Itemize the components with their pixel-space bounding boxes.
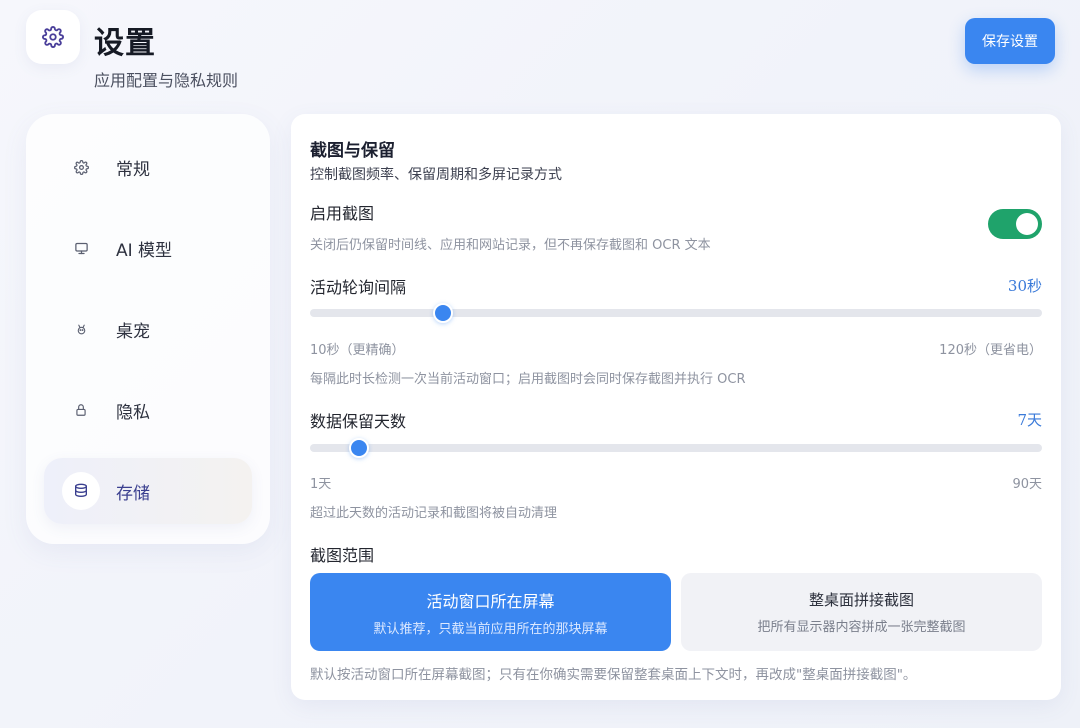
gear-icon <box>42 26 64 48</box>
page-title: 设置 <box>94 26 156 61</box>
scope-option-desc: 把所有显示器内容拼成一张完整截图 <box>757 620 966 635</box>
scope-option-title: 活动窗口所在屏幕 <box>426 591 555 611</box>
monitor-icon <box>62 229 100 267</box>
section-title: 截图与保留 <box>310 141 395 161</box>
enable-screenshot-help: 关闭后仍保留时间线、应用和网站记录，但不再保存截图和 OCR 文本 <box>310 238 711 253</box>
retention-days-slider-thumb[interactable] <box>349 438 370 458</box>
scope-option-full-desktop[interactable]: 整桌面拼接截图 把所有显示器内容拼成一张完整截图 <box>681 573 1042 651</box>
scope-option-active-screen[interactable]: 活动窗口所在屏幕 默认推荐，只截当前应用所在的那块屏幕 <box>310 573 671 651</box>
retention-days-max-label: 90天 <box>1012 477 1042 492</box>
sidebar-item-label: 桌宠 <box>116 321 150 342</box>
poll-interval-label: 活动轮询间隔 <box>310 278 407 297</box>
enable-screenshot-toggle[interactable] <box>988 209 1042 239</box>
sidebar-item-storage[interactable]: 存储 <box>44 458 252 524</box>
enable-screenshot-label: 启用截图 <box>310 204 375 223</box>
toggle-knob <box>1016 213 1038 235</box>
capture-scope-label: 截图范围 <box>310 546 375 565</box>
sidebar-item-general[interactable]: 常规 <box>44 134 252 200</box>
header-settings-icon-tile <box>26 10 80 64</box>
storage-settings-panel: 截图与保留 控制截图频率、保留周期和多屏记录方式 启用截图 关闭后仍保留时间线、… <box>291 114 1061 700</box>
lock-icon <box>62 391 100 429</box>
pet-icon <box>62 310 100 348</box>
retention-days-value: 7天 <box>1017 411 1042 429</box>
sidebar-item-label: 常规 <box>116 159 150 180</box>
sidebar-item-label: 隐私 <box>116 402 150 423</box>
page-subtitle: 应用配置与隐私规则 <box>94 71 239 90</box>
scope-option-title: 整桌面拼接截图 <box>808 591 914 609</box>
sidebar-item-desk-pet[interactable]: 桌宠 <box>44 296 252 362</box>
retention-days-slider[interactable] <box>310 438 1042 458</box>
retention-days-help: 超过此天数的活动记录和截图将被自动清理 <box>310 506 558 521</box>
poll-interval-max-label: 120秒（更省电） <box>939 343 1042 358</box>
poll-interval-slider[interactable] <box>310 303 1042 323</box>
poll-interval-value: 30秒 <box>1007 277 1042 295</box>
gear-icon <box>62 148 100 186</box>
retention-days-label: 数据保留天数 <box>310 412 407 431</box>
save-settings-button[interactable]: 保存设置 <box>965 18 1055 64</box>
sidebar-item-label: 存储 <box>116 483 150 504</box>
retention-days-min-label: 1天 <box>310 477 332 492</box>
poll-interval-min-label: 10秒（更精确） <box>310 343 405 358</box>
sidebar: 常规 AI 模型 桌宠 隐私 存储 <box>26 114 270 544</box>
sidebar-item-ai-model[interactable]: AI 模型 <box>44 215 252 281</box>
scope-option-desc: 默认推荐，只截当前应用所在的那块屏幕 <box>373 621 608 637</box>
database-icon <box>62 472 100 510</box>
capture-scope-note: 默认按活动窗口所在屏幕截图；只有在你确实需要保留整套桌面上下文时，再改成"整桌面… <box>310 667 917 683</box>
poll-interval-help: 每隔此时长检测一次当前活动窗口；启用截图时会同时保存截图并执行 OCR <box>310 372 746 387</box>
section-description: 控制截图频率、保留周期和多屏记录方式 <box>310 167 562 183</box>
sidebar-item-privacy[interactable]: 隐私 <box>44 377 252 443</box>
poll-interval-slider-thumb[interactable] <box>433 303 454 323</box>
sidebar-item-label: AI 模型 <box>116 240 173 261</box>
